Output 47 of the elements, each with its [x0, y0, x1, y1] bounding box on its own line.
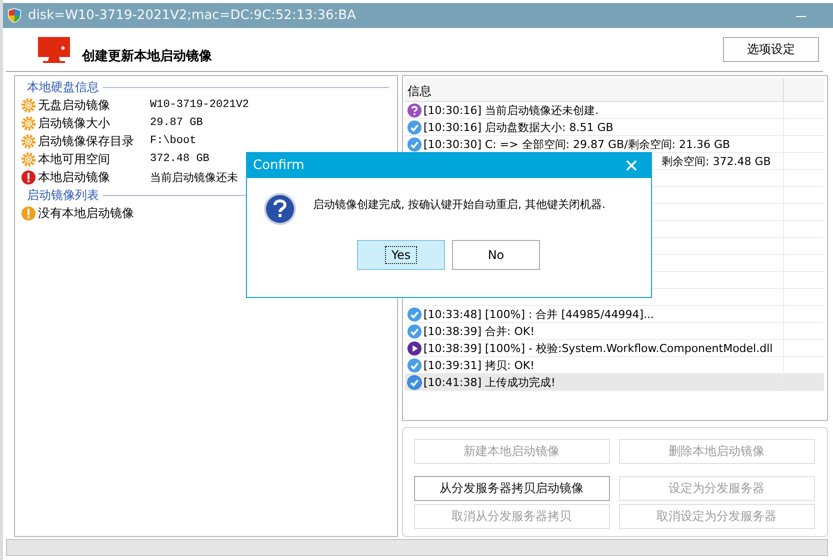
close-icon[interactable]: [626, 160, 637, 171]
page-title: 创建更新本地启动镜像: [82, 48, 213, 64]
dialog-button[interactable]: No: [452, 240, 540, 270]
options-button[interactable]: 选项设定: [723, 37, 819, 62]
check-icon: [406, 120, 422, 134]
info-label: 启动镜像大小: [38, 114, 111, 132]
gear-icon: [21, 152, 36, 166]
info-value: F:\boot: [150, 135, 196, 147]
log-entry: [10:30:30] C: => 全部空间: 29.87 GB/剩余空间: 21.36 GB: [424, 136, 730, 152]
gear-icon: [21, 98, 36, 112]
log-entry: [10:39:31] 拷贝: OK!: [424, 358, 534, 372]
dialog-message: 启动镜像创建完成, 按确认键开始自动重启, 其他键关闭机器.: [313, 196, 606, 212]
info-value: W10-3719-2021V2: [150, 99, 250, 111]
info-label: 没有本地启动镜像: [38, 204, 135, 222]
section-heading: 本地硬盘信息: [27, 78, 99, 96]
log-entry: [10:30:16] 当前启动镜像还未创建.: [424, 102, 598, 118]
play-icon: [406, 340, 422, 356]
info-label: 无盘启动镜像: [38, 96, 111, 114]
dialog-title: Confirm: [253, 158, 306, 173]
info-value: 372.48 GB: [150, 153, 210, 165]
info-value: 当前启动镜像还未: [150, 170, 238, 184]
column-header: 信息: [404, 78, 784, 101]
info-label: 启动镜像保存目录: [38, 132, 135, 150]
log-entry: [10:33:48] [100%] : 合并 [44985/44994]...: [424, 306, 654, 322]
action-button[interactable]: 从分发服务器拷贝启动镜像: [414, 476, 610, 501]
info-value: 29.87 GB: [150, 117, 203, 129]
shield-icon: [7, 7, 22, 24]
section-heading: 启动镜像列表: [27, 186, 99, 204]
log-entry: [10:30:16] 启动盘数据大小: 8.51 GB: [424, 120, 614, 134]
error-icon: [21, 170, 36, 184]
question-icon: [263, 192, 297, 226]
check-icon: [406, 306, 422, 322]
monitor-icon: [37, 36, 71, 64]
warning-icon: [21, 206, 36, 220]
check-icon: [406, 324, 422, 338]
check-icon: [406, 374, 422, 390]
log-entry: [10:41:38] 上传成功完成!: [424, 374, 556, 390]
info-label: 本地可用空间: [38, 150, 111, 168]
dialog-button[interactable]: Yes: [357, 240, 445, 270]
gear-icon: [21, 134, 36, 148]
log-entry: [10:38:39] [100%] - 校验:System.Workflow.ComponentModel.dll: [424, 340, 773, 356]
gear-icon: [21, 116, 36, 130]
check-icon: [406, 358, 422, 372]
window-title: disk=W10-3719-2021V2;mac=DC:9C:52:13:36:BA: [28, 8, 357, 23]
log-entry: 剩余空间: 372.48 GB: [662, 154, 771, 168]
log-entry: [10:38:39] 合并: OK!: [424, 324, 534, 338]
info-label: 本地启动镜像: [38, 168, 111, 186]
